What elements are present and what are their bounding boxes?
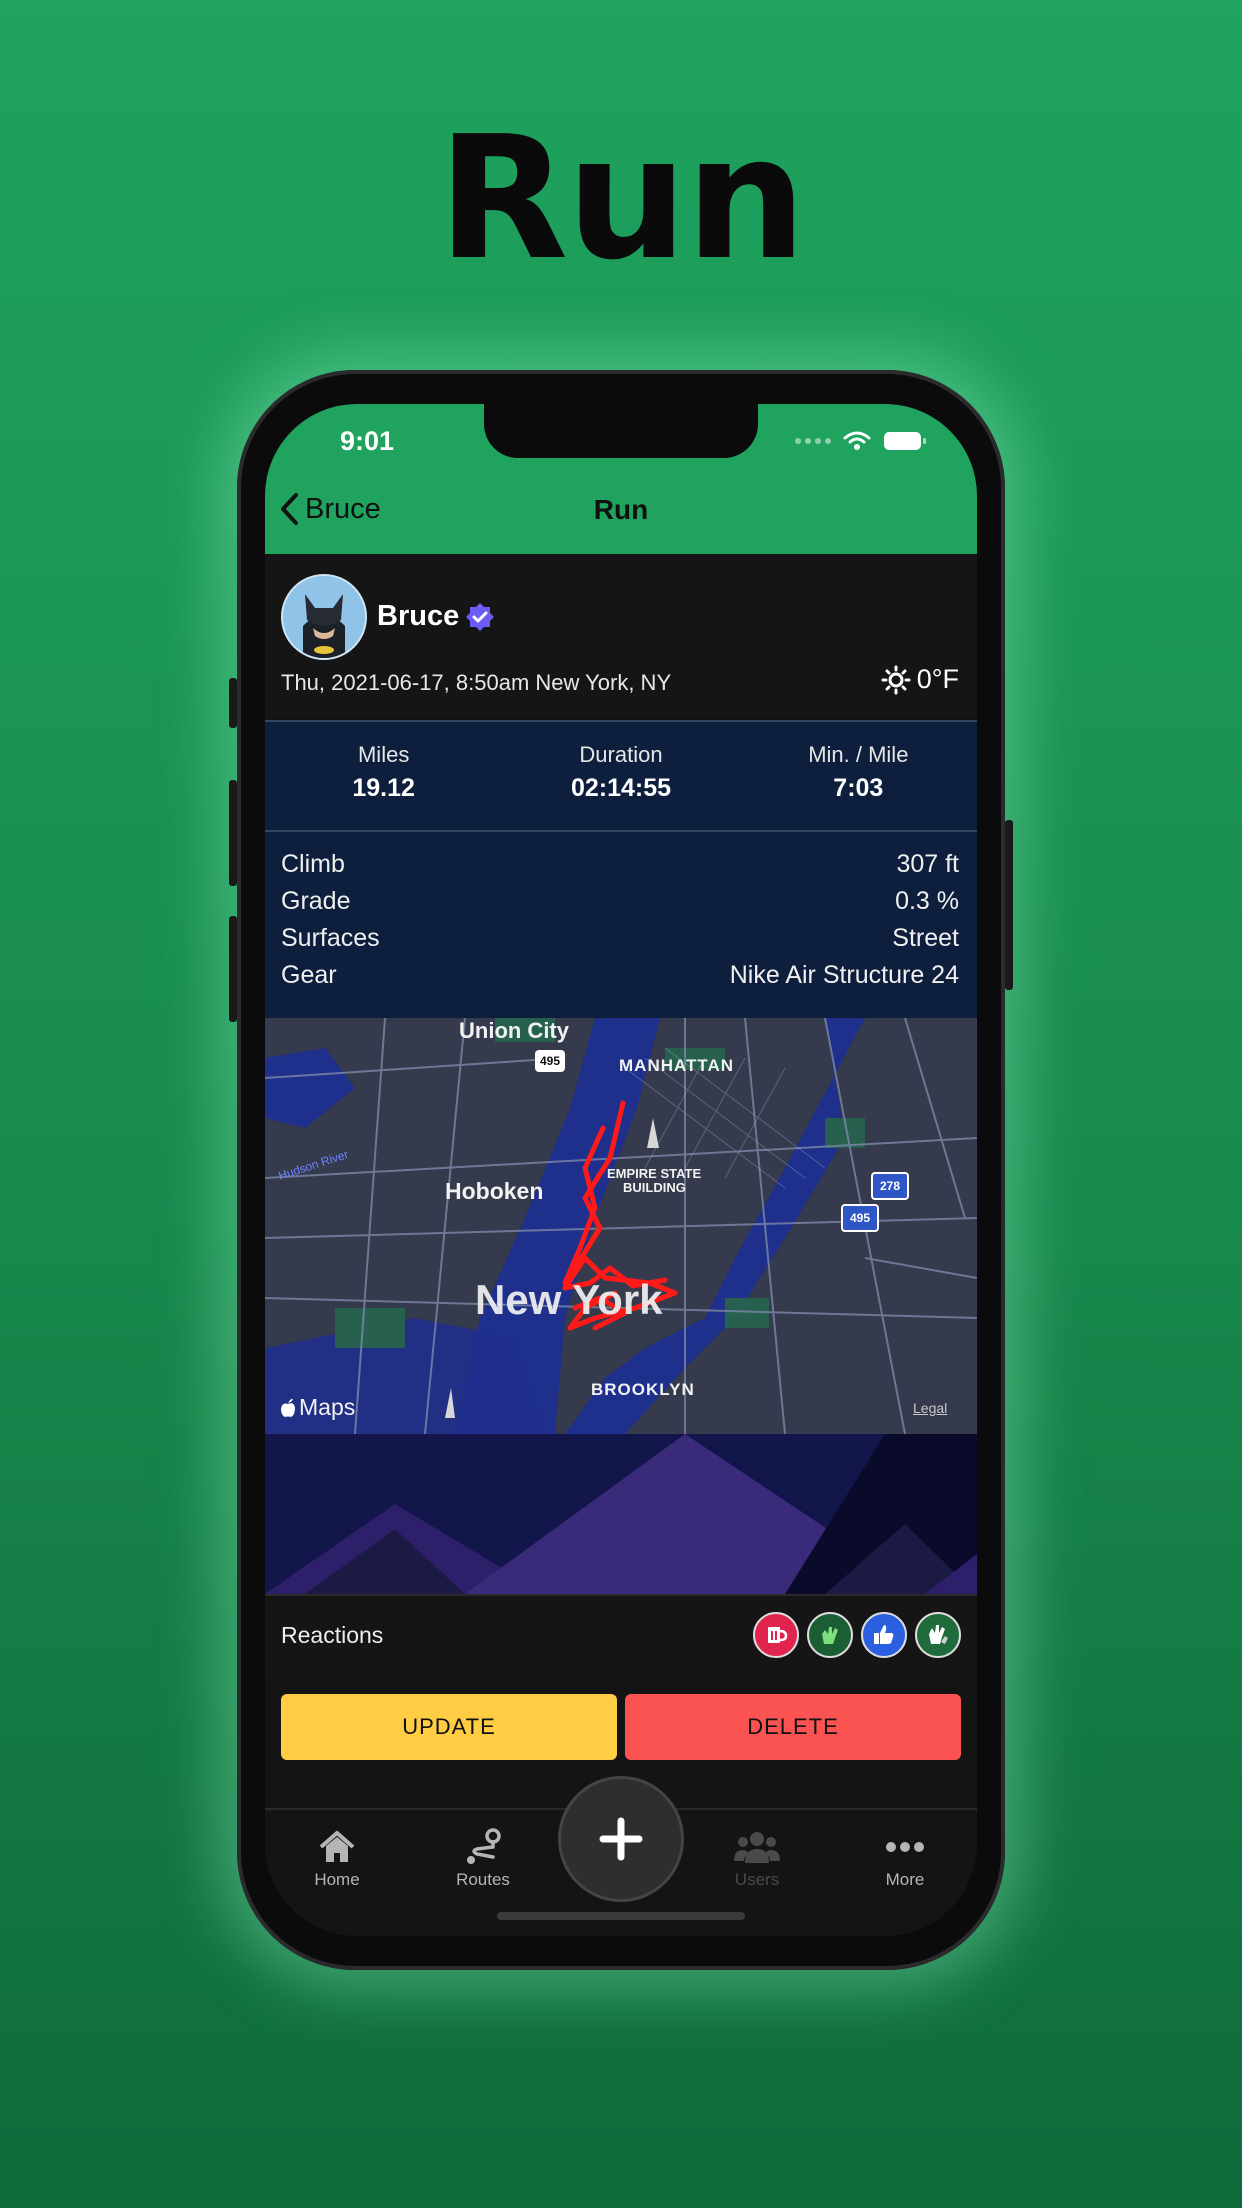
plus-icon — [599, 1817, 643, 1861]
update-button[interactable]: UPDATE — [281, 1694, 617, 1760]
tab-label: Users — [734, 1870, 780, 1889]
tab-more[interactable]: More — [855, 1824, 955, 1890]
stat-label: Miles — [357, 742, 410, 767]
status-icons — [795, 430, 927, 452]
delete-button[interactable]: DELETE — [625, 1694, 961, 1760]
stat-label: Duration — [579, 742, 663, 767]
map-label-new-york: New York — [475, 1276, 663, 1323]
apple-maps-logo: Maps — [279, 1394, 355, 1421]
detail-row-gear: Gear Nike Air Structure 24 — [281, 961, 959, 990]
detail-label: Gear — [281, 961, 337, 989]
volume-down-button — [229, 916, 237, 1022]
detail-row-climb: Climb 307 ft — [281, 850, 959, 879]
maps-brand: Maps — [299, 1394, 356, 1420]
routes-icon — [467, 1828, 501, 1864]
weather-temp: 0°F — [916, 664, 959, 694]
power-button — [1005, 820, 1013, 990]
stat-value: 02:14:55 — [570, 774, 672, 802]
detail-value: 307 ft — [896, 850, 959, 878]
detail-label: Climb — [281, 850, 345, 878]
app-screen: 9:01 Bruce Run Bruce Thu, 2021-06-17, 8:… — [265, 404, 977, 1936]
highway-shield-495: 495 — [535, 1050, 565, 1072]
nav-title: Run — [593, 494, 649, 525]
avatar[interactable] — [281, 574, 367, 660]
page-headline: Run — [437, 100, 807, 298]
users-icon — [734, 1832, 780, 1863]
home-indicator — [497, 1912, 745, 1920]
beer-icon[interactable] — [753, 1612, 799, 1658]
detail-label: Surfaces — [281, 924, 380, 952]
stat-value: 7:03 — [833, 774, 884, 802]
apple-icon — [281, 1398, 295, 1417]
tab-home[interactable]: Home — [287, 1824, 387, 1890]
detail-value: Nike Air Structure 24 — [729, 961, 959, 989]
high-five-icon[interactable] — [915, 1612, 961, 1658]
tab-label: Routes — [456, 1870, 510, 1889]
reactions-label: Reactions — [281, 1622, 384, 1648]
tab-label: More — [885, 1870, 925, 1889]
signal-icon — [795, 438, 831, 444]
stat-value: 19.12 — [352, 774, 415, 802]
avatar-image — [283, 576, 365, 658]
user-name[interactable]: Bruce — [377, 600, 459, 633]
map-label-union-city: Union City — [459, 1018, 569, 1043]
tab-routes[interactable]: Routes — [433, 1824, 533, 1890]
add-activity-button[interactable] — [558, 1776, 684, 1902]
verified-badge-icon — [466, 603, 494, 631]
silent-switch — [229, 678, 237, 728]
detail-value: 0.3 % — [895, 887, 959, 915]
home-icon — [319, 1831, 355, 1862]
activity-header: Bruce Thu, 2021-06-17, 8:50am New York, … — [265, 554, 977, 718]
map-label-empire: EMPIRE STATE — [607, 1166, 702, 1181]
mountains-graphic — [265, 1434, 977, 1594]
reactions-bar: Reactions — [265, 1594, 977, 1680]
highway-shield-495-east: 495 — [841, 1204, 879, 1232]
thumbs-up-icon[interactable] — [861, 1612, 907, 1658]
status-time: 9:01 — [340, 426, 395, 456]
wifi-icon — [843, 431, 871, 450]
sun-icon — [881, 665, 911, 694]
tab-label: Home — [314, 1870, 360, 1889]
phone-frame: 9:01 Bruce Run Bruce Thu, 2021-06-17, 8:… — [229, 370, 1013, 1970]
map-label-brooklyn: BROOKLYN — [591, 1380, 695, 1399]
reaction-icons — [753, 1612, 961, 1658]
more-icon — [886, 1842, 924, 1852]
highway-shield-278: 278 — [871, 1172, 909, 1200]
volume-up-button — [229, 780, 237, 886]
stat-miles: Miles 19.12 — [265, 722, 502, 830]
battery-icon — [884, 432, 926, 450]
map-label-hoboken: Hoboken — [445, 1178, 544, 1204]
detail-value: Street — [892, 924, 959, 952]
stat-pace: Min. / Mile 7:03 — [740, 722, 977, 830]
map-label-manhattan: MANHATTAN — [619, 1056, 735, 1075]
date-location: Thu, 2021-06-17, 8:50am New York, NY — [281, 670, 672, 695]
tab-users[interactable]: Users — [707, 1824, 807, 1890]
detail-row-grade: Grade 0.3 % — [281, 887, 959, 916]
detail-row-surfaces: Surfaces Street — [281, 924, 959, 953]
main-stats: Miles 19.12 Duration 02:14:55 Min. / Mil… — [265, 720, 977, 832]
clap-hands-icon[interactable] — [807, 1612, 853, 1658]
stat-duration: Duration 02:14:55 — [502, 722, 739, 830]
map-legal-link[interactable]: Legal — [913, 1400, 947, 1416]
activity-details: Climb 307 ft Grade 0.3 % Surfaces Street… — [265, 832, 977, 1018]
route-map[interactable]: Union City MANHATTAN Hoboken EMPIRE STAT… — [265, 1018, 977, 1434]
decorative-banner — [265, 1434, 977, 1594]
detail-label: Grade — [281, 887, 351, 915]
notch — [484, 404, 758, 458]
weather: 0°F — [881, 664, 959, 695]
map-label-building: BUILDING — [623, 1180, 686, 1195]
stat-label: Min. / Mile — [808, 742, 909, 767]
